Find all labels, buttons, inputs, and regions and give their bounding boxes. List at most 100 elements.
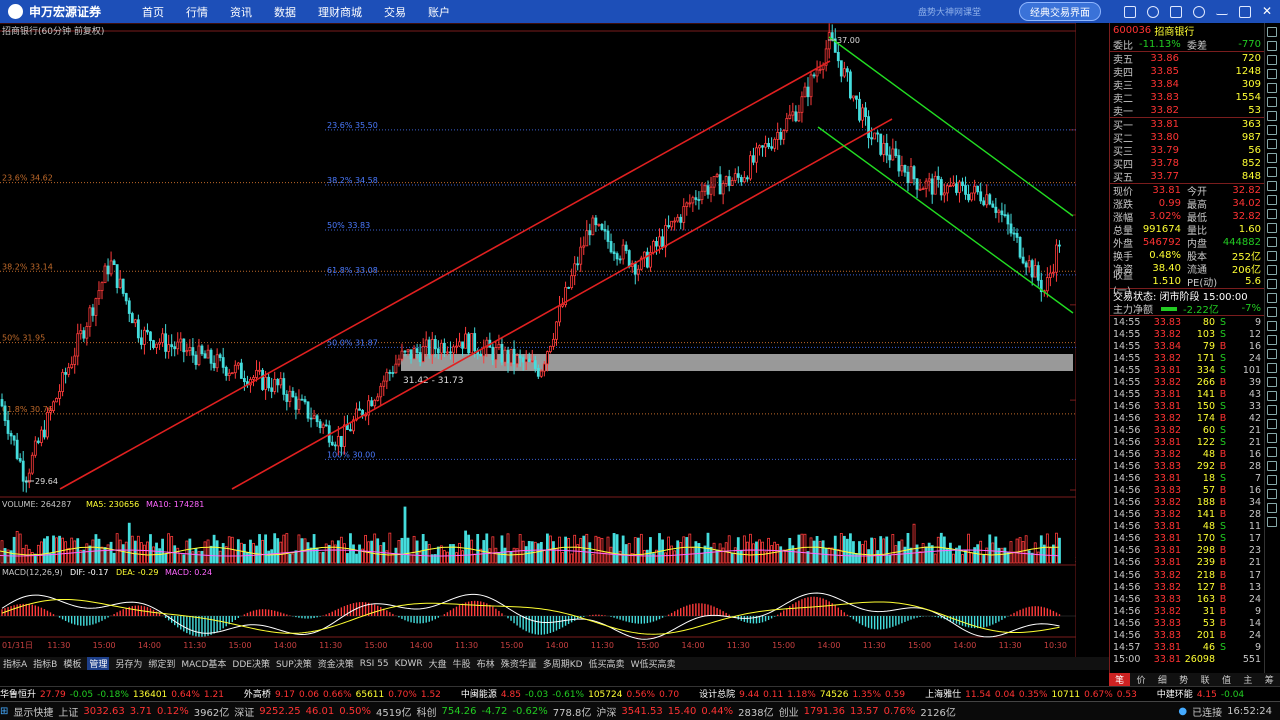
volume-bar (839, 533, 843, 564)
windows-icon[interactable]: ⊞ (0, 706, 8, 717)
indicator-tab-11[interactable]: KDWR (395, 659, 423, 669)
nav-trade[interactable]: 交易 (384, 4, 406, 20)
indicator-tab-12[interactable]: 大盘 (429, 657, 447, 670)
indicator-tab-10[interactable]: RSI 55 (360, 659, 389, 669)
indicator-tab-8[interactable]: SUP决策 (276, 657, 312, 670)
tool-icon[interactable] (1267, 475, 1277, 485)
tool-icon[interactable] (1267, 503, 1277, 513)
nav-account[interactable]: 账户 (428, 4, 450, 20)
volume-bar (488, 548, 492, 564)
right-tab-3[interactable]: 势 (1173, 673, 1194, 686)
kline-chart[interactable]: 35.5034.0832.5830.9929.4923.6% 34.6238.2… (0, 22, 1108, 676)
tool-icon[interactable] (1267, 55, 1277, 65)
tool-icon[interactable] (1267, 307, 1277, 317)
tool-icon[interactable] (1267, 27, 1277, 37)
ticker-name[interactable]: 设计总院 (699, 690, 735, 700)
tool-icon[interactable] (1267, 223, 1277, 233)
ticker-name[interactable]: 华鲁恒升 (0, 690, 36, 700)
indicator-tab-4[interactable]: 另存为 (115, 657, 142, 670)
maximize-icon[interactable] (1239, 5, 1251, 18)
settings-icon[interactable] (1193, 5, 1205, 18)
indicator-tab-7[interactable]: DDE决策 (232, 657, 270, 670)
minimize-icon[interactable] (1216, 9, 1228, 15)
indicator-tab-5[interactable]: 绑定到 (148, 657, 175, 670)
tool-icon[interactable] (1267, 349, 1277, 359)
indicator-tab-17[interactable]: 低买高卖 (589, 657, 625, 670)
right-tab-4[interactable]: 联 (1195, 673, 1216, 686)
tool-icon[interactable] (1267, 279, 1277, 289)
tool-icon[interactable] (1267, 293, 1277, 303)
mail-icon[interactable] (1170, 5, 1182, 18)
candle-body (252, 377, 255, 380)
ticker-name[interactable]: 中闽能源 (461, 690, 497, 700)
tool-icon[interactable] (1267, 83, 1277, 93)
tool-icon[interactable] (1267, 153, 1277, 163)
tool-icon[interactable] (1267, 363, 1277, 373)
tool-icon[interactable] (1267, 489, 1277, 499)
tool-icon[interactable] (1267, 391, 1277, 401)
app-label[interactable]: 显示快捷 (13, 704, 53, 719)
tool-icon[interactable] (1267, 97, 1277, 107)
search-hint[interactable]: 盘势大神网课堂 (918, 5, 981, 18)
tool-icon[interactable] (1267, 377, 1277, 387)
tool-icon[interactable] (1267, 167, 1277, 177)
indicator-tab-18[interactable]: W低买高卖 (631, 657, 676, 670)
tool-icon[interactable] (1267, 517, 1277, 527)
tool-icon[interactable] (1267, 433, 1277, 443)
indicator-tab-15[interactable]: 殊资华量 (501, 657, 537, 670)
right-tab-6[interactable]: 主 (1237, 673, 1258, 686)
tool-icon[interactable] (1267, 41, 1277, 51)
indicator-tab-16[interactable]: 多周期KD (543, 657, 583, 670)
volume-bar (636, 537, 640, 564)
classic-trade-button[interactable]: 经典交易界面 (1019, 2, 1101, 21)
indicator-tab-6[interactable]: MACD基本 (181, 657, 226, 670)
indicator-tab-14[interactable]: 布林 (477, 657, 495, 670)
headset-icon[interactable] (1147, 5, 1159, 18)
tool-icon[interactable] (1267, 405, 1277, 415)
nav-quotes[interactable]: 行情 (186, 4, 208, 20)
close-icon[interactable]: ✕ (1262, 5, 1274, 18)
indicator-tab-0[interactable]: 指标A (3, 657, 27, 670)
right-tab-0[interactable]: 笔 (1109, 673, 1131, 686)
candle-body (373, 400, 377, 407)
tool-icon[interactable] (1267, 195, 1277, 205)
right-tab-7[interactable]: 筹 (1259, 673, 1280, 686)
indicator-tab-2[interactable]: 模板 (63, 657, 81, 670)
candle-body (46, 411, 49, 438)
nav-home[interactable]: 首页 (142, 4, 164, 20)
tool-icon[interactable] (1267, 265, 1277, 275)
nav-news[interactable]: 资讯 (230, 4, 252, 20)
tool-icon[interactable] (1267, 181, 1277, 191)
right-tab-1[interactable]: 价 (1130, 673, 1151, 686)
tool-icon[interactable] (1267, 321, 1277, 331)
chart-area[interactable]: 35.5034.0832.5830.9929.4923.6% 34.6238.2… (0, 22, 1108, 676)
candle-body (939, 179, 943, 196)
candle-body (412, 348, 416, 360)
indicator-tab-13[interactable]: 牛股 (453, 657, 471, 670)
ticker-name[interactable]: 上海雅仕 (925, 690, 961, 700)
tool-icon[interactable] (1267, 251, 1277, 261)
indicator-tab-9[interactable]: 资金决策 (318, 657, 354, 670)
tick-list[interactable]: 14:55 33.83 80 S 9 14:55 33.82 103 S 12 14:55 33.84… (1110, 316, 1264, 665)
tool-icon[interactable] (1267, 419, 1277, 429)
right-tab-5[interactable]: 值 (1216, 673, 1237, 686)
tool-icon[interactable] (1267, 125, 1277, 135)
indicator-tab-1[interactable]: 指标B (33, 657, 57, 670)
tool-icon[interactable] (1267, 335, 1277, 345)
ticker-name[interactable]: 外高桥 (244, 690, 271, 700)
tool-icon[interactable] (1267, 447, 1277, 457)
nav-mall[interactable]: 理财商城 (318, 4, 362, 20)
quote-panel: 600036 招商银行 委比 -11.13% 委差 -770 卖五 33.86 720 卖四… (1109, 23, 1264, 673)
tool-icon[interactable] (1267, 139, 1277, 149)
tool-icon[interactable] (1267, 209, 1277, 219)
indicator-tab-3[interactable]: 管理 (87, 657, 110, 670)
tool-icon[interactable] (1267, 111, 1277, 121)
tool-icon[interactable] (1267, 237, 1277, 247)
skin-icon[interactable] (1124, 5, 1136, 18)
tick-volume: 218 (1196, 569, 1215, 581)
tool-icon[interactable] (1267, 461, 1277, 471)
tool-icon[interactable] (1267, 69, 1277, 79)
right-tab-2[interactable]: 细 (1152, 673, 1173, 686)
nav-data[interactable]: 数据 (274, 4, 296, 20)
ticker-name[interactable]: 中建环能 (1157, 690, 1193, 700)
